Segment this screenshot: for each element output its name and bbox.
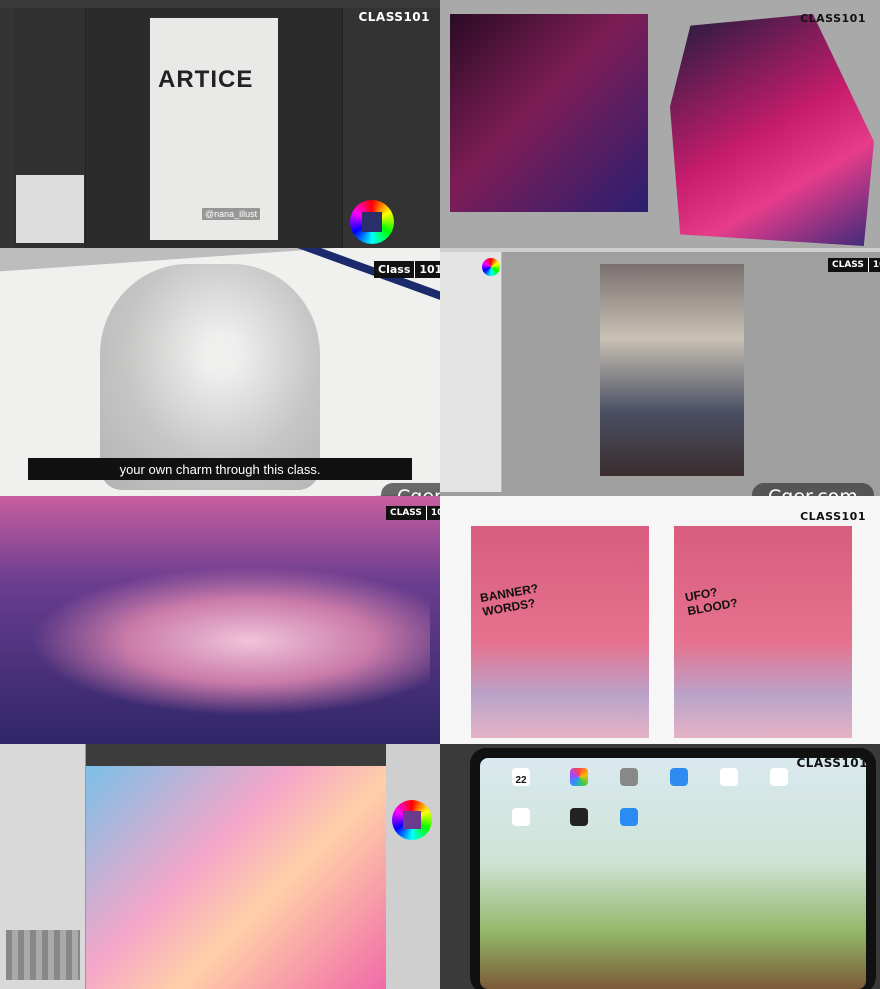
brand-number: 101 bbox=[425, 506, 440, 520]
camera-icon[interactable] bbox=[620, 768, 638, 786]
brand-badge: CLASS101 bbox=[800, 12, 866, 25]
tile-paint-tool-window: CLASS 101 Cger.com bbox=[440, 248, 880, 496]
brand-number: 101 bbox=[867, 258, 880, 272]
notes-icon[interactable] bbox=[720, 768, 738, 786]
brand-badge: CLASS101 bbox=[358, 10, 430, 24]
color-palette[interactable] bbox=[6, 930, 80, 980]
brand-badge: Class 101 bbox=[374, 261, 440, 278]
brand-number: 101 bbox=[414, 261, 440, 278]
pencil-portrait bbox=[100, 264, 320, 490]
illustration-scene bbox=[30, 566, 430, 716]
tool-sidebar[interactable] bbox=[440, 252, 502, 492]
painted-study bbox=[670, 14, 874, 246]
navigator-preview bbox=[16, 175, 84, 243]
tile-car-illustration: CLASS 101 bbox=[0, 496, 440, 744]
artist-handle: @nana_illust bbox=[202, 208, 261, 220]
brand-badge: CLASS 101 bbox=[828, 258, 880, 272]
layer-panel[interactable] bbox=[386, 744, 440, 989]
subtitle-caption: your own charm through this class. bbox=[28, 458, 412, 480]
color-wheel-icon[interactable] bbox=[482, 258, 500, 276]
canvas[interactable]: ARTICE @nana_illust bbox=[150, 18, 278, 240]
tile-neon-portrait: CLASS101 bbox=[440, 0, 880, 248]
canvas-artwork[interactable] bbox=[86, 766, 386, 989]
color-wheel-icon[interactable] bbox=[392, 800, 432, 840]
brand-badge: CLASS 101 bbox=[386, 506, 440, 520]
illustration-panel-right: UFO? BLOOD? bbox=[674, 526, 852, 738]
illustration-panel-left: BANNER? WORDS? bbox=[471, 526, 649, 738]
watermark: Cger.com bbox=[752, 483, 874, 496]
tool-palette[interactable] bbox=[0, 8, 14, 248]
reference-photo bbox=[450, 14, 648, 212]
mail-icon[interactable] bbox=[670, 768, 688, 786]
youtube-icon[interactable] bbox=[512, 808, 530, 826]
photos-icon[interactable] bbox=[570, 768, 588, 786]
art-title-text: ARTICE bbox=[158, 66, 254, 93]
ipad-screen: 22 bbox=[480, 758, 866, 989]
tool-property-panel[interactable] bbox=[0, 744, 86, 989]
handwritten-note: BANNER? WORDS? bbox=[479, 581, 540, 619]
menu-bar[interactable] bbox=[0, 0, 440, 8]
app-store-icon[interactable] bbox=[620, 808, 638, 826]
canvas-artwork[interactable] bbox=[600, 264, 744, 476]
calendar-icon[interactable]: 22 bbox=[512, 768, 530, 786]
brand-badge: CLASS101 bbox=[796, 756, 868, 770]
watermark: Cger.com bbox=[381, 483, 440, 496]
brand-badge: CLASS101 bbox=[800, 510, 866, 523]
tile-clip-studio-portrait: ARTICE @nana_illust CLASS101 bbox=[0, 0, 440, 248]
handwritten-note: UFO? BLOOD? bbox=[683, 584, 739, 619]
tile-pencil-sketch: Class 101 your own charm through this cl… bbox=[0, 248, 440, 496]
tile-clip-studio-light bbox=[0, 744, 440, 989]
brand-word: CLASS bbox=[390, 508, 422, 518]
brand-word: Class bbox=[378, 263, 411, 276]
shortcuts-icon[interactable] bbox=[570, 808, 588, 826]
tile-ipad-homescreen: 22 CLASS101 bbox=[440, 744, 880, 989]
brand-word: CLASS bbox=[832, 260, 864, 270]
tile-comparison-panels: BANNER? WORDS? UFO? BLOOD? CLASS101 bbox=[440, 496, 880, 744]
reminders-icon[interactable] bbox=[770, 768, 788, 786]
menu-bar[interactable] bbox=[440, 248, 880, 252]
color-wheel-icon[interactable] bbox=[350, 200, 394, 244]
thumbnail-grid: ARTICE @nana_illust CLASS101 CLASS101 Cl… bbox=[0, 0, 880, 989]
